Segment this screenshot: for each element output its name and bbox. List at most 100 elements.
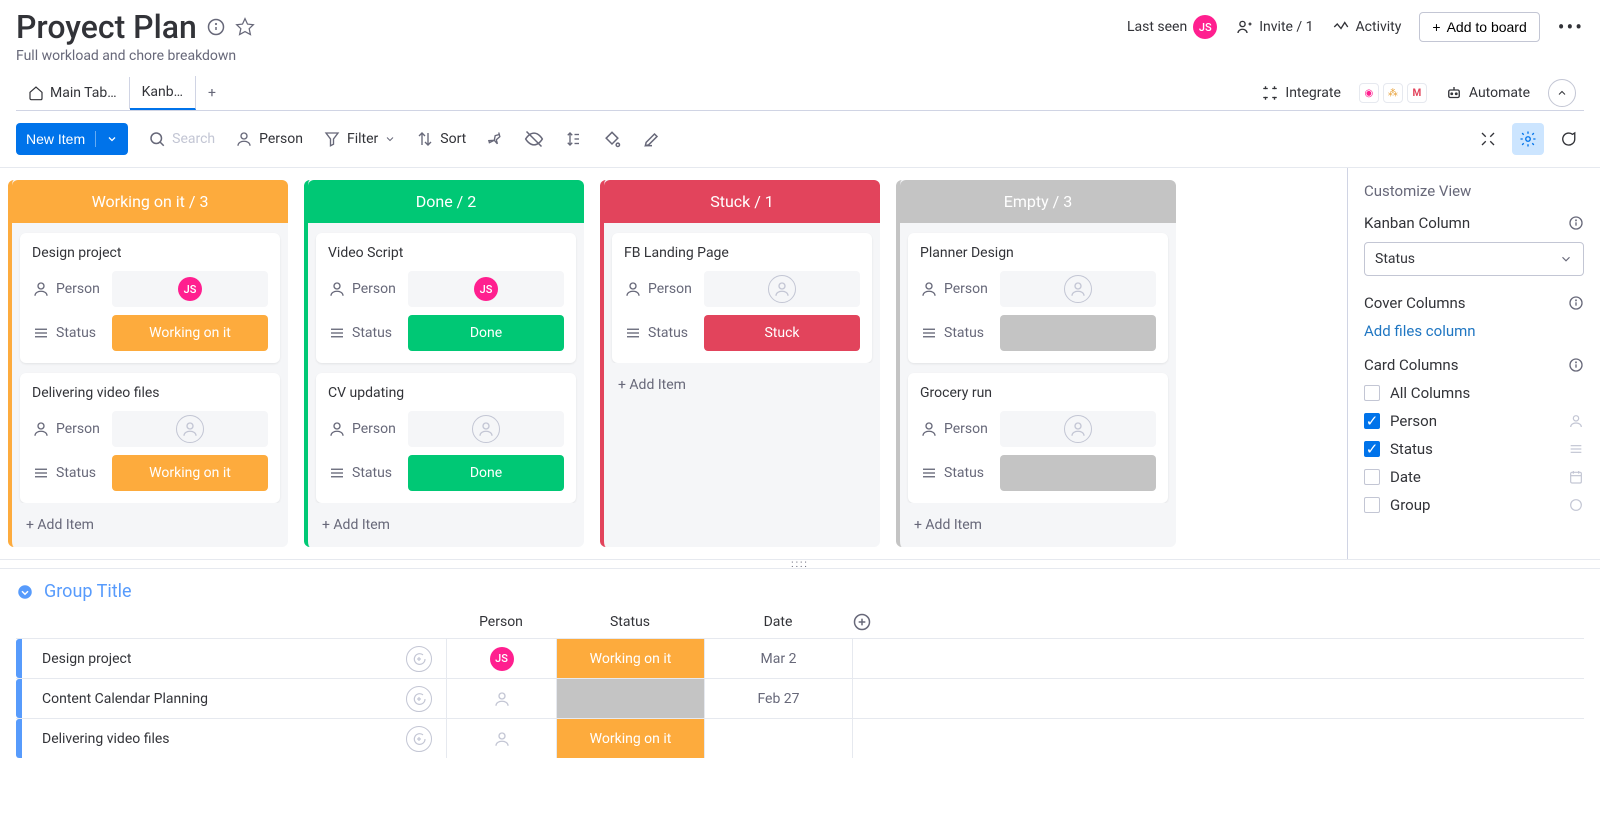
star-icon[interactable]: [235, 17, 255, 37]
color-icon[interactable]: [602, 129, 622, 149]
kanban-column-select[interactable]: Status: [1364, 242, 1584, 276]
row-name[interactable]: Content Calendar Planning: [22, 686, 446, 712]
row-date[interactable]: Mar 2: [704, 639, 852, 678]
search-button[interactable]: Search: [148, 130, 215, 148]
add-column-button[interactable]: [852, 612, 892, 632]
card-person-value[interactable]: JS: [408, 271, 564, 307]
status-icon: [32, 464, 50, 482]
card-status-value[interactable]: [1000, 315, 1156, 351]
edit-icon[interactable]: [642, 129, 662, 149]
settings-icon[interactable]: [1512, 123, 1544, 155]
collapse-group-icon[interactable]: [16, 583, 34, 601]
integration-dot-2[interactable]: ⁂: [1383, 83, 1403, 103]
add-to-board-button[interactable]: + Add to board: [1419, 12, 1539, 42]
integrate-button[interactable]: Integrate: [1261, 84, 1341, 102]
check-all-columns[interactable]: All Columns: [1364, 384, 1584, 402]
hide-icon[interactable]: [524, 129, 544, 149]
table-row[interactable]: Delivering video files Working on it: [16, 718, 1584, 758]
card-person-value[interactable]: JS: [112, 271, 268, 307]
invite-button[interactable]: Invite / 1: [1235, 18, 1313, 36]
avatar-empty-icon: [493, 690, 511, 708]
check-date[interactable]: Date: [1364, 468, 1584, 486]
add-item-button[interactable]: + Add Item: [604, 363, 880, 407]
column-header[interactable]: Stuck / 1: [604, 180, 880, 223]
check-status[interactable]: ✓ Status: [1364, 440, 1584, 458]
card-status-value[interactable]: Stuck: [704, 315, 860, 351]
new-item-button[interactable]: New Item: [16, 123, 128, 155]
kanban-card[interactable]: Grocery runPersonStatus: [908, 373, 1168, 503]
add-tab-button[interactable]: +: [196, 77, 228, 109]
card-status-value[interactable]: Done: [408, 455, 564, 491]
card-person-value[interactable]: [408, 411, 564, 447]
col-person[interactable]: Person: [446, 614, 556, 630]
check-person[interactable]: ✓ Person: [1364, 412, 1584, 430]
card-status-value[interactable]: Working on it: [112, 455, 268, 491]
chat-icon[interactable]: [406, 646, 432, 672]
filter-button[interactable]: Filter: [323, 130, 396, 148]
group-title[interactable]: Group Title: [44, 581, 132, 602]
column-header[interactable]: Empty / 3: [900, 180, 1176, 223]
kanban-card[interactable]: CV updatingPersonStatusDone: [316, 373, 576, 503]
col-status[interactable]: Status: [556, 614, 704, 630]
add-item-button[interactable]: + Add Item: [900, 503, 1176, 547]
column-header[interactable]: Done / 2: [308, 180, 584, 223]
kanban-card[interactable]: Delivering video filesPersonStatusWorkin…: [20, 373, 280, 503]
row-status[interactable]: Working on it: [556, 639, 704, 678]
card-person-label: Person: [328, 280, 400, 298]
row-status[interactable]: [556, 679, 704, 718]
column-header[interactable]: Working on it / 3: [12, 180, 288, 223]
comment-view-icon[interactable]: [1552, 123, 1584, 155]
card-person-value[interactable]: [1000, 411, 1156, 447]
kanban-card[interactable]: Video ScriptPersonJSStatusDone: [316, 233, 576, 363]
collapse-view-icon[interactable]: [1472, 123, 1504, 155]
kanban-card[interactable]: FB Landing PagePersonStatusStuck: [612, 233, 872, 363]
activity-button[interactable]: Activity: [1332, 18, 1402, 36]
last-seen[interactable]: Last seen JS: [1127, 15, 1217, 39]
card-person-label: Person: [328, 420, 400, 438]
add-files-column-link[interactable]: Add files column: [1364, 322, 1584, 340]
kanban-card[interactable]: Design projectPersonJSStatusWorking on i…: [20, 233, 280, 363]
tab-main[interactable]: Main Tab…: [16, 77, 130, 109]
card-person-value[interactable]: [1000, 271, 1156, 307]
integration-dot-3[interactable]: M: [1407, 83, 1427, 103]
check-group[interactable]: Group: [1364, 496, 1584, 514]
add-item-button[interactable]: + Add Item: [12, 503, 288, 547]
col-date[interactable]: Date: [704, 614, 852, 630]
split-handle[interactable]: ::::: [0, 559, 1600, 569]
card-status-label: Status: [920, 324, 992, 342]
integration-dot-1[interactable]: ◉: [1359, 83, 1379, 103]
kanban-card[interactable]: Planner DesignPersonStatus: [908, 233, 1168, 363]
table-row[interactable]: Design projectJSWorking on itMar 2: [16, 638, 1584, 678]
row-status[interactable]: Working on it: [556, 719, 704, 758]
chat-icon[interactable]: [406, 726, 432, 752]
info-icon[interactable]: [1568, 215, 1584, 231]
row-person[interactable]: JS: [446, 639, 556, 678]
row-date[interactable]: [704, 719, 852, 758]
chat-icon[interactable]: [406, 686, 432, 712]
person-filter[interactable]: Person: [235, 130, 303, 148]
add-item-button[interactable]: + Add Item: [308, 503, 584, 547]
height-icon[interactable]: [564, 130, 582, 148]
row-person[interactable]: [446, 679, 556, 718]
row-name[interactable]: Delivering video files: [22, 726, 446, 752]
collapse-button[interactable]: [1548, 79, 1576, 107]
info-icon[interactable]: [1568, 357, 1584, 373]
info-icon[interactable]: [1568, 295, 1584, 311]
pin-icon[interactable]: [486, 130, 504, 148]
info-icon[interactable]: [207, 18, 225, 36]
tab-kanban[interactable]: Kanb…: [130, 76, 196, 110]
table-row[interactable]: Content Calendar Planning Feb 27: [16, 678, 1584, 718]
more-icon[interactable]: •••: [1558, 15, 1584, 39]
card-person-value[interactable]: [704, 271, 860, 307]
person-icon: [920, 280, 938, 298]
card-status-value[interactable]: [1000, 455, 1156, 491]
card-person-value[interactable]: [112, 411, 268, 447]
automate-button[interactable]: Automate: [1445, 84, 1530, 102]
sort-button[interactable]: Sort: [416, 130, 466, 148]
card-status-value[interactable]: Done: [408, 315, 564, 351]
checkbox-icon: [1364, 497, 1380, 513]
row-date[interactable]: Feb 27: [704, 679, 852, 718]
row-name[interactable]: Design project: [22, 646, 446, 672]
row-person[interactable]: [446, 719, 556, 758]
card-status-value[interactable]: Working on it: [112, 315, 268, 351]
